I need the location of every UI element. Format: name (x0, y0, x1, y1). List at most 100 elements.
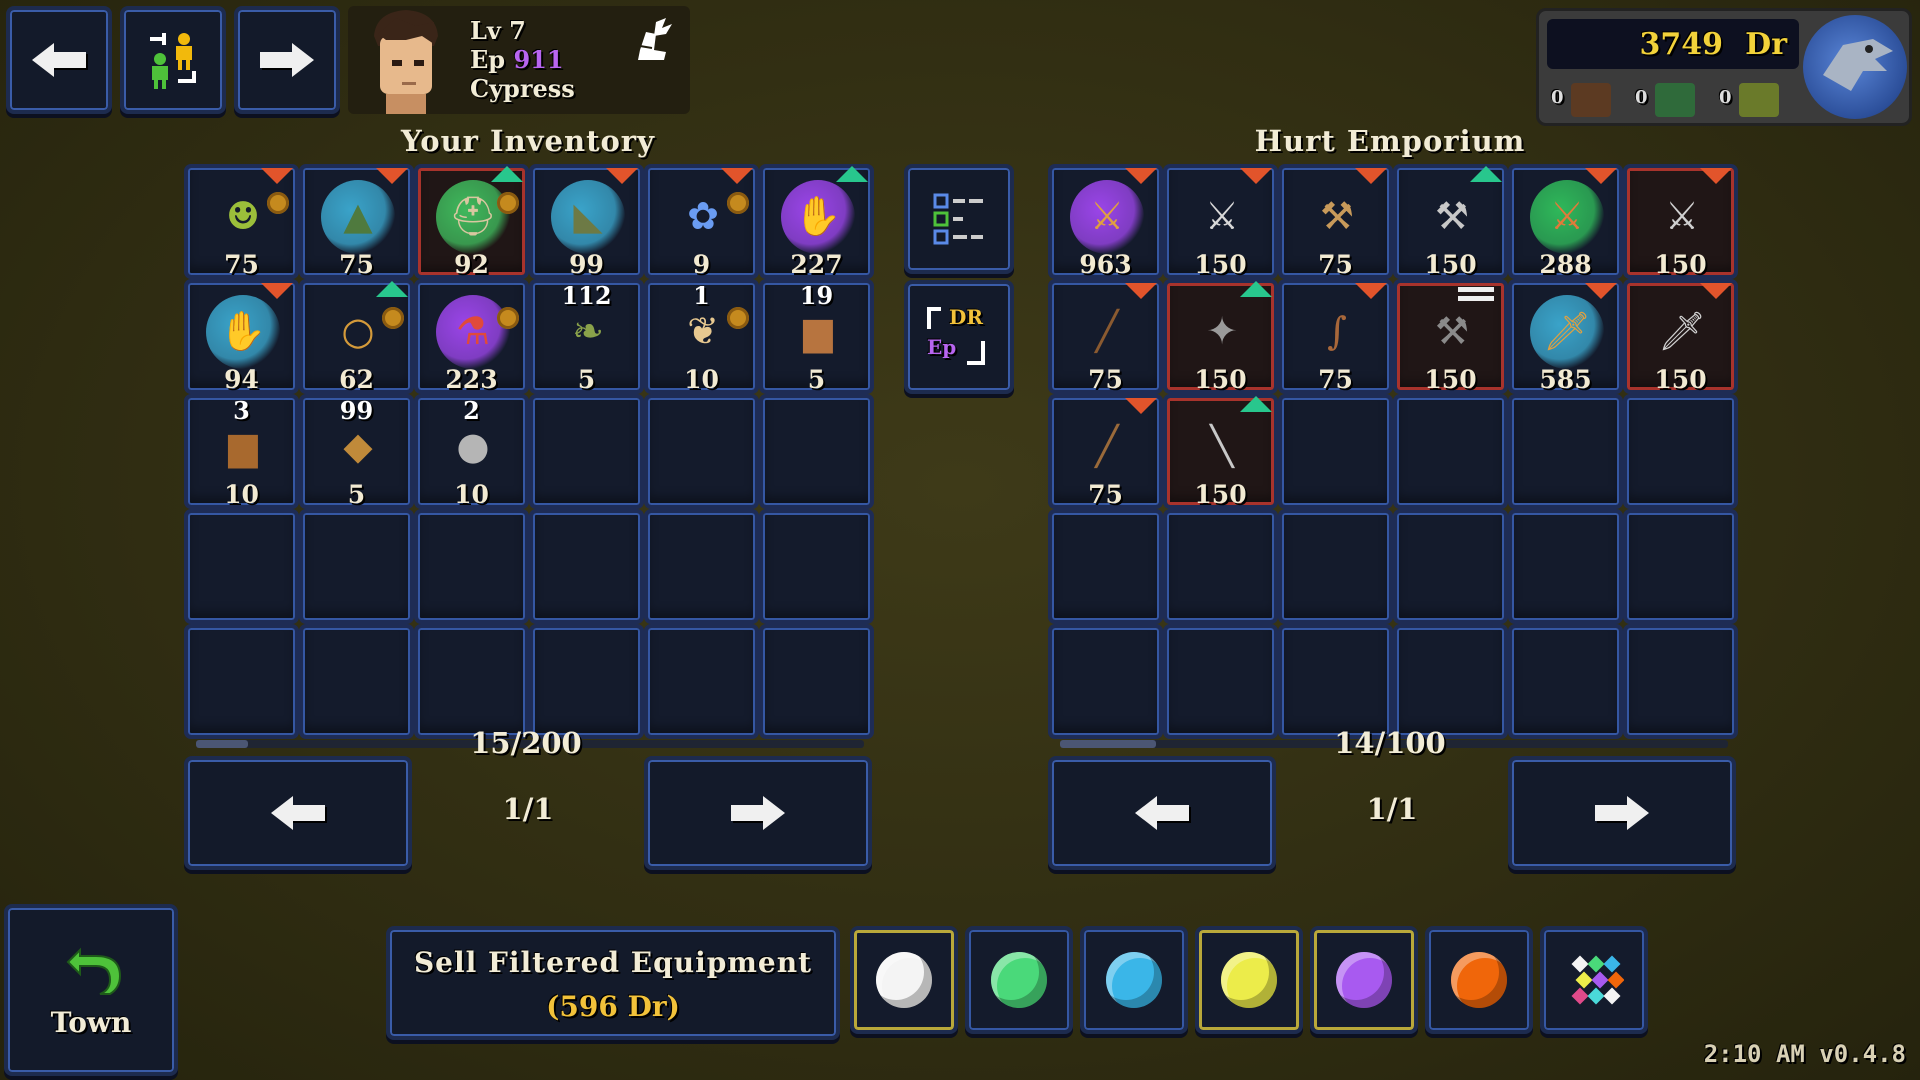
green-filter-button[interactable] (965, 926, 1073, 1034)
shop-slot[interactable]: ⚒ 150 (1393, 279, 1508, 394)
downgrade-indicator-icon (606, 168, 638, 184)
inventory-prev-page-button[interactable] (184, 756, 412, 870)
shop-empty-slot[interactable] (1508, 509, 1623, 624)
yellow-filter-button[interactable] (1195, 926, 1303, 1034)
shop-empty-slot[interactable] (1278, 394, 1393, 509)
inventory-slot[interactable]: ◣ 99 (529, 164, 644, 279)
inventory-grid: ☻ 75 ▲ 75 ⛑ 92 ◣ 99 ✿ 9 ✋ 227 ✋ 94 ○ 62 ⚗ 223 ❧ 112 5 ❦ 1 10 ▆ 19… (184, 164, 874, 739)
shop-slot[interactable]: 🗡 150 (1623, 279, 1738, 394)
inventory-empty-slot[interactable] (414, 624, 529, 739)
shop-slot[interactable]: ╲ 150 (1163, 394, 1278, 509)
inventory-slot[interactable]: ✋ 227 (759, 164, 874, 279)
inventory-empty-slot[interactable] (759, 624, 874, 739)
inventory-slot[interactable]: ❦ 1 10 (644, 279, 759, 394)
inventory-slot[interactable]: ◆ 99 5 (299, 394, 414, 509)
town-button[interactable]: Town (4, 904, 178, 1076)
blue-orb-icon (1106, 952, 1162, 1008)
sell-mark-icon (497, 307, 519, 329)
downgrade-indicator-icon (1355, 168, 1387, 184)
shop-empty-slot[interactable] (1393, 509, 1508, 624)
inventory-slot[interactable]: ⛑ 92 (414, 164, 529, 279)
shop-empty-slot[interactable] (1163, 509, 1278, 624)
dagger-icon: 🗡 (1542, 309, 1592, 353)
shop-empty-slot[interactable] (1163, 624, 1278, 739)
inventory-slot[interactable]: ○ 62 (299, 279, 414, 394)
shop-slot[interactable]: ✦ 150 (1163, 279, 1278, 394)
shop-empty-slot[interactable] (1278, 509, 1393, 624)
purple-filter-button[interactable] (1310, 926, 1418, 1034)
shop-empty-slot[interactable] (1393, 394, 1508, 509)
inventory-empty-slot[interactable] (529, 624, 644, 739)
back-button[interactable] (6, 6, 112, 114)
orange-filter-button[interactable] (1425, 926, 1533, 1034)
shop-empty-slot[interactable] (1278, 624, 1393, 739)
downgrade-indicator-icon (721, 168, 753, 184)
staff-icon: ∫ (1327, 309, 1347, 353)
filter-list-button[interactable] (904, 164, 1014, 274)
item-value: 75 (339, 250, 374, 279)
inventory-empty-slot[interactable] (299, 624, 414, 739)
shop-slot[interactable]: ⚒ 150 (1393, 164, 1508, 279)
arrow-left-icon (32, 43, 86, 77)
shop-slot[interactable]: ╱ 75 (1048, 279, 1163, 394)
inventory-empty-slot[interactable] (299, 509, 414, 624)
downgrade-indicator-icon (1125, 168, 1157, 184)
inventory-empty-slot[interactable] (529, 509, 644, 624)
inventory-empty-slot[interactable] (529, 394, 644, 509)
sell-label: Sell Filtered Equipment (413, 946, 813, 979)
shop-slot[interactable]: ∫ 75 (1278, 279, 1393, 394)
shop-next-page-button[interactable] (1508, 756, 1736, 870)
item-value: 10 (454, 480, 489, 509)
shop-empty-slot[interactable] (1623, 509, 1738, 624)
character-card[interactable]: Lv 7 Ep 911 Cypress (348, 6, 690, 114)
shop-empty-slot[interactable] (1048, 624, 1163, 739)
inventory-empty-slot[interactable] (414, 509, 529, 624)
shop-empty-slot[interactable] (1623, 394, 1738, 509)
shop-empty-slot[interactable] (1508, 624, 1623, 739)
shop-slot[interactable]: ⚔ 288 (1508, 164, 1623, 279)
shop-slot[interactable]: 🗡 585 (1508, 279, 1623, 394)
inventory-empty-slot[interactable] (184, 509, 299, 624)
sell-filtered-button[interactable]: Sell Filtered Equipment (596 Dr) (386, 926, 840, 1040)
inventory-next-page-button[interactable] (644, 756, 872, 870)
shop-slot[interactable]: ⚔ 963 (1048, 164, 1163, 279)
shop-scroll-thumb[interactable] (1060, 740, 1156, 748)
inventory-empty-slot[interactable] (184, 624, 299, 739)
shop-slot[interactable]: ⚒ 75 (1278, 164, 1393, 279)
town-label: Town (50, 1006, 132, 1039)
shop-empty-slot[interactable] (1393, 624, 1508, 739)
inventory-slot[interactable]: ⚗ 223 (414, 279, 529, 394)
convert-button[interactable]: DR Ep (904, 280, 1014, 394)
inventory-empty-slot[interactable] (759, 509, 874, 624)
inventory-scroll-thumb[interactable] (196, 740, 248, 748)
shop-prev-page-button[interactable] (1048, 756, 1276, 870)
inventory-slot[interactable]: ✋ 94 (184, 279, 299, 394)
shop-slot[interactable]: ⚔ 150 (1623, 164, 1738, 279)
inventory-slot[interactable]: ▆ 3 10 (184, 394, 299, 509)
forward-button[interactable] (234, 6, 340, 114)
shop-empty-slot[interactable] (1048, 509, 1163, 624)
helmet-icon: ⛑ (448, 194, 498, 238)
blue-filter-button[interactable] (1080, 926, 1188, 1034)
inventory-slot[interactable]: ✿ 9 (644, 164, 759, 279)
shop-empty-slot[interactable] (1508, 394, 1623, 509)
inventory-empty-slot[interactable] (759, 394, 874, 509)
swap-character-button[interactable] (120, 6, 226, 114)
inventory-empty-slot[interactable] (644, 624, 759, 739)
inventory-slot[interactable]: ☻ 75 (184, 164, 299, 279)
character-portrait-icon (374, 10, 438, 114)
shop-slot[interactable]: ╱ 75 (1048, 394, 1163, 509)
ring-icon: ○ (341, 309, 375, 353)
shop-empty-slot[interactable] (1623, 624, 1738, 739)
inventory-slot[interactable]: ❧ 112 5 (529, 279, 644, 394)
inventory-slot[interactable]: ▲ 75 (299, 164, 414, 279)
club-icon: ╱ (1095, 309, 1119, 353)
inventory-slot[interactable]: ▆ 19 5 (759, 279, 874, 394)
dagger-icon: 🗡 (1657, 309, 1707, 353)
shop-slot[interactable]: ⚔ 150 (1163, 164, 1278, 279)
all-rarities-filter-button[interactable] (1540, 926, 1648, 1034)
white-filter-button[interactable] (850, 926, 958, 1034)
inventory-empty-slot[interactable] (644, 509, 759, 624)
inventory-empty-slot[interactable] (644, 394, 759, 509)
inventory-slot[interactable]: ● 2 10 (414, 394, 529, 509)
